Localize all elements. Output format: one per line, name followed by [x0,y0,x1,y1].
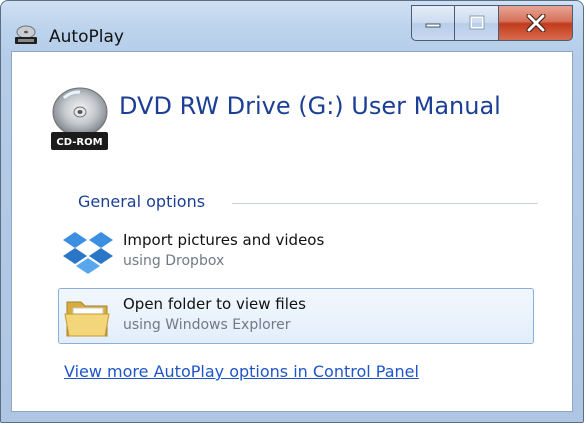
option-title: Open folder to view files [123,295,306,313]
maximize-icon [469,15,484,30]
close-button[interactable] [499,5,573,41]
general-options-header: General options [78,192,538,214]
option-subtitle: using Windows Explorer [123,317,291,333]
title-bar[interactable]: AutoPlay [1,1,583,51]
drive-title: DVD RW Drive (G:) User Manual [119,92,501,120]
control-panel-link[interactable]: View more AutoPlay options in Control Pa… [64,362,419,381]
folder-icon [64,301,110,337]
section-divider [232,203,538,204]
dialog-content: CD-ROM DVD RW Drive (G:) User Manual Gen… [11,51,573,412]
svg-text:CD-ROM: CD-ROM [56,137,102,148]
autoplay-window: AutoPlay CD-ROM DVD RW Drive (G:) User M… [0,0,584,423]
option-subtitle: using Dropbox [123,253,225,269]
window-title: AutoPlay [49,27,124,47]
option-import-pictures[interactable]: Import pictures and videos using Dropbox [58,224,534,280]
section-label: General options [78,192,206,211]
option-title: Import pictures and videos [123,231,325,249]
cd-rom-icon: CD-ROM [51,87,108,150]
caption-buttons [411,5,573,41]
minimize-icon [425,23,441,28]
dropbox-icon [63,232,113,274]
drive-title-icon [15,25,37,44]
option-open-folder[interactable]: Open folder to view files using Windows … [58,288,534,344]
close-icon [526,14,545,32]
minimize-button[interactable] [411,5,455,41]
maximize-button[interactable] [455,5,499,41]
